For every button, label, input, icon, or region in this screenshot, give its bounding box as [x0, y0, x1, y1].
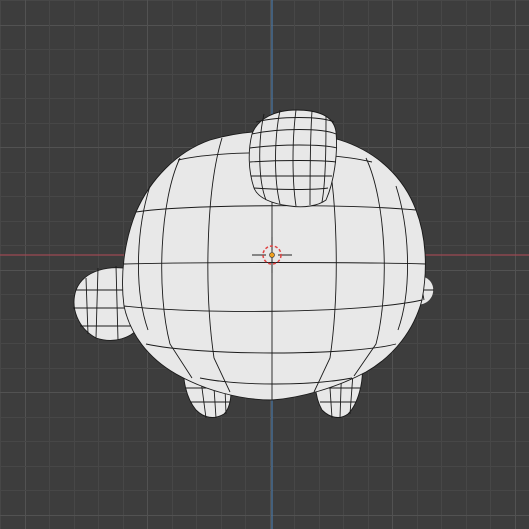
object-origin-icon[interactable]	[269, 252, 275, 258]
turtle-mesh-icon[interactable]	[73, 109, 434, 419]
viewport-canvas[interactable]	[0, 0, 529, 529]
back-leg-mesh[interactable]	[248, 109, 338, 208]
3d-viewport[interactable]	[0, 0, 529, 529]
